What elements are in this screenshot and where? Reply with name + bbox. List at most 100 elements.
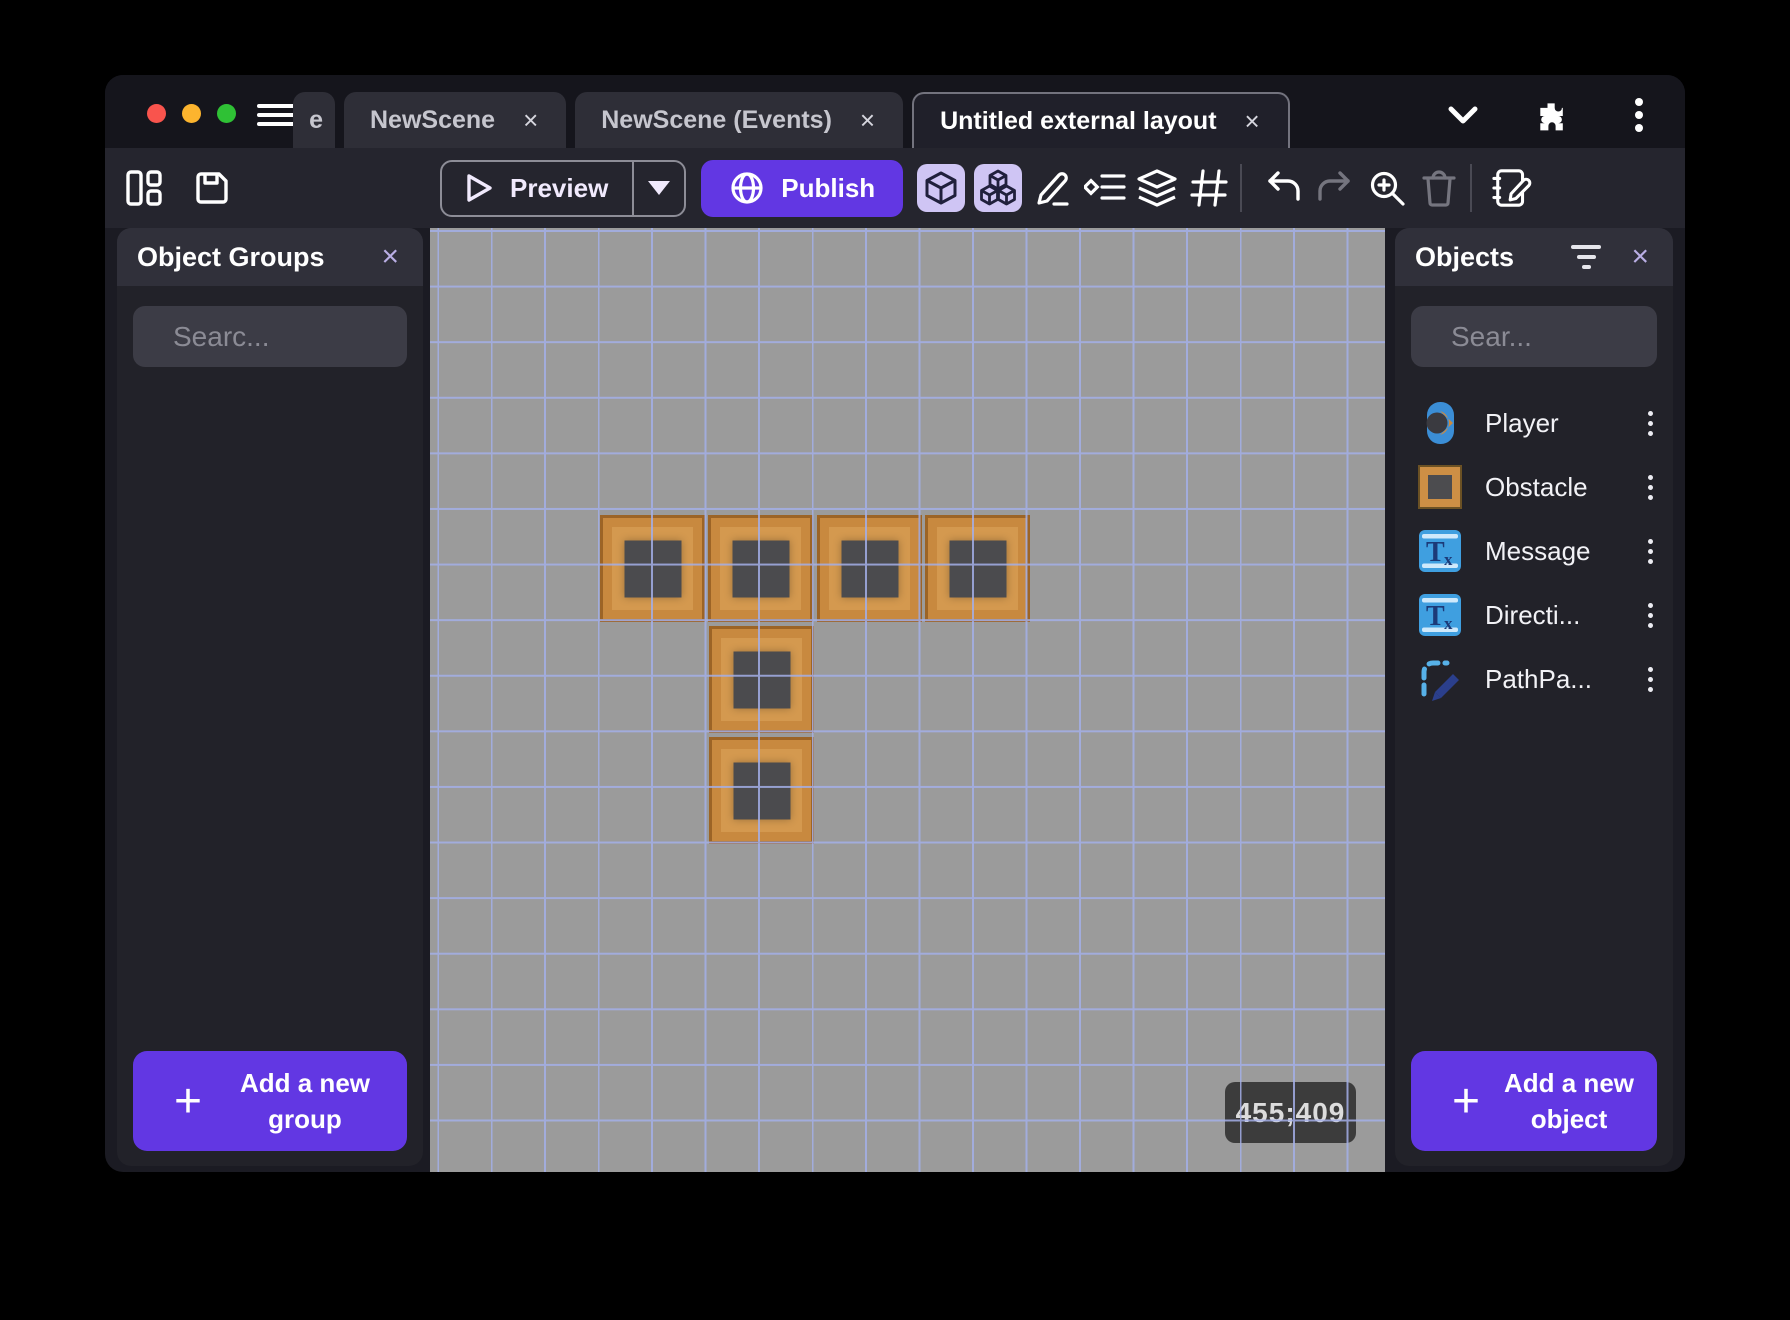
object-menu-kebab-icon[interactable] — [1642, 661, 1659, 698]
main-menu-icon[interactable] — [257, 104, 297, 126]
plus-icon: + — [173, 1074, 203, 1128]
tab-newscene[interactable]: NewScene × — [344, 92, 567, 148]
desktop: e NewScene × NewScene (Events) × Untitle… — [0, 0, 1790, 1320]
object-row-obstacle[interactable]: Obstacle — [1395, 455, 1673, 519]
grid-icon[interactable] — [1188, 167, 1230, 209]
obstacle-instance-core — [732, 540, 789, 597]
tab-label: NewScene — [370, 105, 496, 134]
publish-label: Publish — [781, 172, 876, 203]
object-row-pathpainter[interactable]: PathPa... — [1395, 647, 1673, 711]
add-group-label-line2: group — [268, 1104, 342, 1134]
text-object-icon: T x — [1417, 528, 1463, 574]
tab-close-icon[interactable]: × — [858, 105, 877, 136]
object-groups-title: Object Groups — [137, 241, 325, 272]
scene-canvas[interactable]: 455;409 — [430, 228, 1385, 1172]
minimize-window-button[interactable] — [182, 104, 201, 123]
objects-title: Objects — [1415, 241, 1515, 272]
obstacle-instance[interactable] — [817, 515, 922, 622]
object-label: Obstacle — [1485, 471, 1588, 502]
object-menu-kebab-icon[interactable] — [1642, 469, 1659, 506]
toolbar-divider — [1470, 164, 1473, 212]
preview-button[interactable]: Preview — [440, 159, 687, 217]
object-label: Player — [1485, 407, 1559, 438]
object-groups-panel: Object Groups × + Add a new group — [117, 228, 423, 1166]
toggle-panels-icon[interactable] — [123, 167, 165, 209]
objects-header: Objects × — [1395, 228, 1673, 286]
filter-icon[interactable] — [1571, 245, 1602, 269]
tab-label: NewScene (Events) — [601, 105, 832, 134]
preview-label: Preview — [510, 172, 609, 203]
obstacle-instance[interactable] — [600, 515, 705, 622]
objects-search-input[interactable] — [1451, 320, 1673, 353]
zoom-window-button[interactable] — [217, 104, 236, 123]
add-object-button[interactable]: + Add a new object — [1411, 1051, 1657, 1151]
close-window-button[interactable] — [147, 104, 166, 123]
object-groups-search-input[interactable] — [173, 320, 423, 353]
obstacle-icon — [1417, 464, 1463, 510]
toolbar-left-group — [123, 148, 233, 228]
plus-icon: + — [1451, 1074, 1481, 1128]
object-menu-kebab-icon[interactable] — [1642, 405, 1659, 442]
tab-close-icon[interactable]: × — [521, 105, 540, 136]
properties-editor-icon[interactable] — [1492, 167, 1534, 209]
redo-icon[interactable] — [1314, 167, 1356, 209]
obstacle-instance-core — [733, 762, 790, 819]
globe-icon — [731, 172, 763, 204]
object-groups-header: Object Groups × — [117, 228, 423, 286]
obstacle-instance[interactable] — [709, 737, 814, 844]
tab-label: Untitled external layout — [940, 106, 1217, 135]
gdevelop-window: e NewScene × NewScene (Events) × Untitle… — [105, 75, 1685, 1172]
more-options-kebab-icon[interactable] — [1621, 97, 1657, 133]
objects-list: Player Obstacle T x Message T x Directi.… — [1395, 391, 1673, 711]
add-object-label-line2: object — [1530, 1104, 1608, 1134]
edit-scene-cube-toggle[interactable] — [917, 164, 966, 212]
objects-panel: Objects × Sear... Player Obstacle T x Me… — [1395, 228, 1673, 1166]
cursor-coordinates-badge: 455;409 — [1225, 1082, 1356, 1143]
obstacle-instance-core — [949, 540, 1006, 597]
object-groups-search[interactable] — [133, 306, 423, 367]
save-icon[interactable] — [191, 167, 233, 209]
undo-icon[interactable] — [1262, 167, 1304, 209]
toolbar-main-group: Preview Publish — [440, 148, 1534, 228]
caret-down-icon — [648, 181, 671, 195]
close-icon[interactable]: × — [1627, 240, 1653, 274]
edit-instances-cubes-toggle[interactable] — [974, 164, 1023, 212]
tab-close-icon[interactable]: × — [1243, 106, 1262, 137]
tab-newscene-events[interactable]: NewScene (Events) × — [575, 92, 904, 148]
extensions-puzzle-icon[interactable] — [1533, 97, 1569, 133]
obstacle-instance[interactable] — [709, 626, 814, 733]
zoom-in-icon[interactable] — [1366, 167, 1408, 209]
toolbar-divider — [1240, 164, 1243, 212]
object-row-player[interactable]: Player — [1395, 391, 1673, 455]
object-label: Directi... — [1485, 599, 1581, 630]
obstacle-instance[interactable] — [925, 515, 1030, 622]
text-object-icon: T x — [1417, 592, 1463, 638]
tab-clipped[interactable]: e — [293, 92, 335, 148]
layers-icon[interactable] — [1136, 167, 1178, 209]
object-label: PathPa... — [1485, 663, 1592, 694]
play-icon — [467, 174, 492, 202]
obstacle-instance[interactable] — [708, 515, 813, 622]
add-group-button[interactable]: + Add a new group — [133, 1051, 407, 1151]
add-group-label-line1: Add a new — [239, 1067, 370, 1098]
trash-icon[interactable] — [1418, 167, 1460, 209]
tab-untitled-external-layout[interactable]: Untitled external layout × — [912, 92, 1290, 148]
edit-pencil-icon[interactable] — [1032, 167, 1074, 209]
chevron-down-icon[interactable] — [1445, 97, 1481, 133]
objects-search[interactable] — [1411, 306, 1673, 367]
instances-list-icon[interactable] — [1084, 167, 1126, 209]
object-row-message[interactable]: T x Message — [1395, 519, 1673, 583]
object-menu-kebab-icon[interactable] — [1642, 533, 1659, 570]
object-row-directions[interactable]: T x Directi... — [1395, 583, 1673, 647]
obstacle-instance-core — [733, 651, 790, 708]
publish-button[interactable]: Publish — [701, 159, 904, 217]
obstacle-instance-core — [624, 540, 681, 597]
object-menu-kebab-icon[interactable] — [1642, 597, 1659, 634]
close-icon[interactable]: × — [377, 240, 403, 274]
svg-text:x: x — [1444, 614, 1453, 633]
preview-options-dropdown[interactable] — [632, 161, 684, 215]
titlebar-actions — [1445, 97, 1657, 133]
tab-label: e — [309, 105, 323, 134]
add-object-label-line1: Add a new — [1503, 1067, 1634, 1098]
svg-text:T: T — [1426, 601, 1445, 632]
